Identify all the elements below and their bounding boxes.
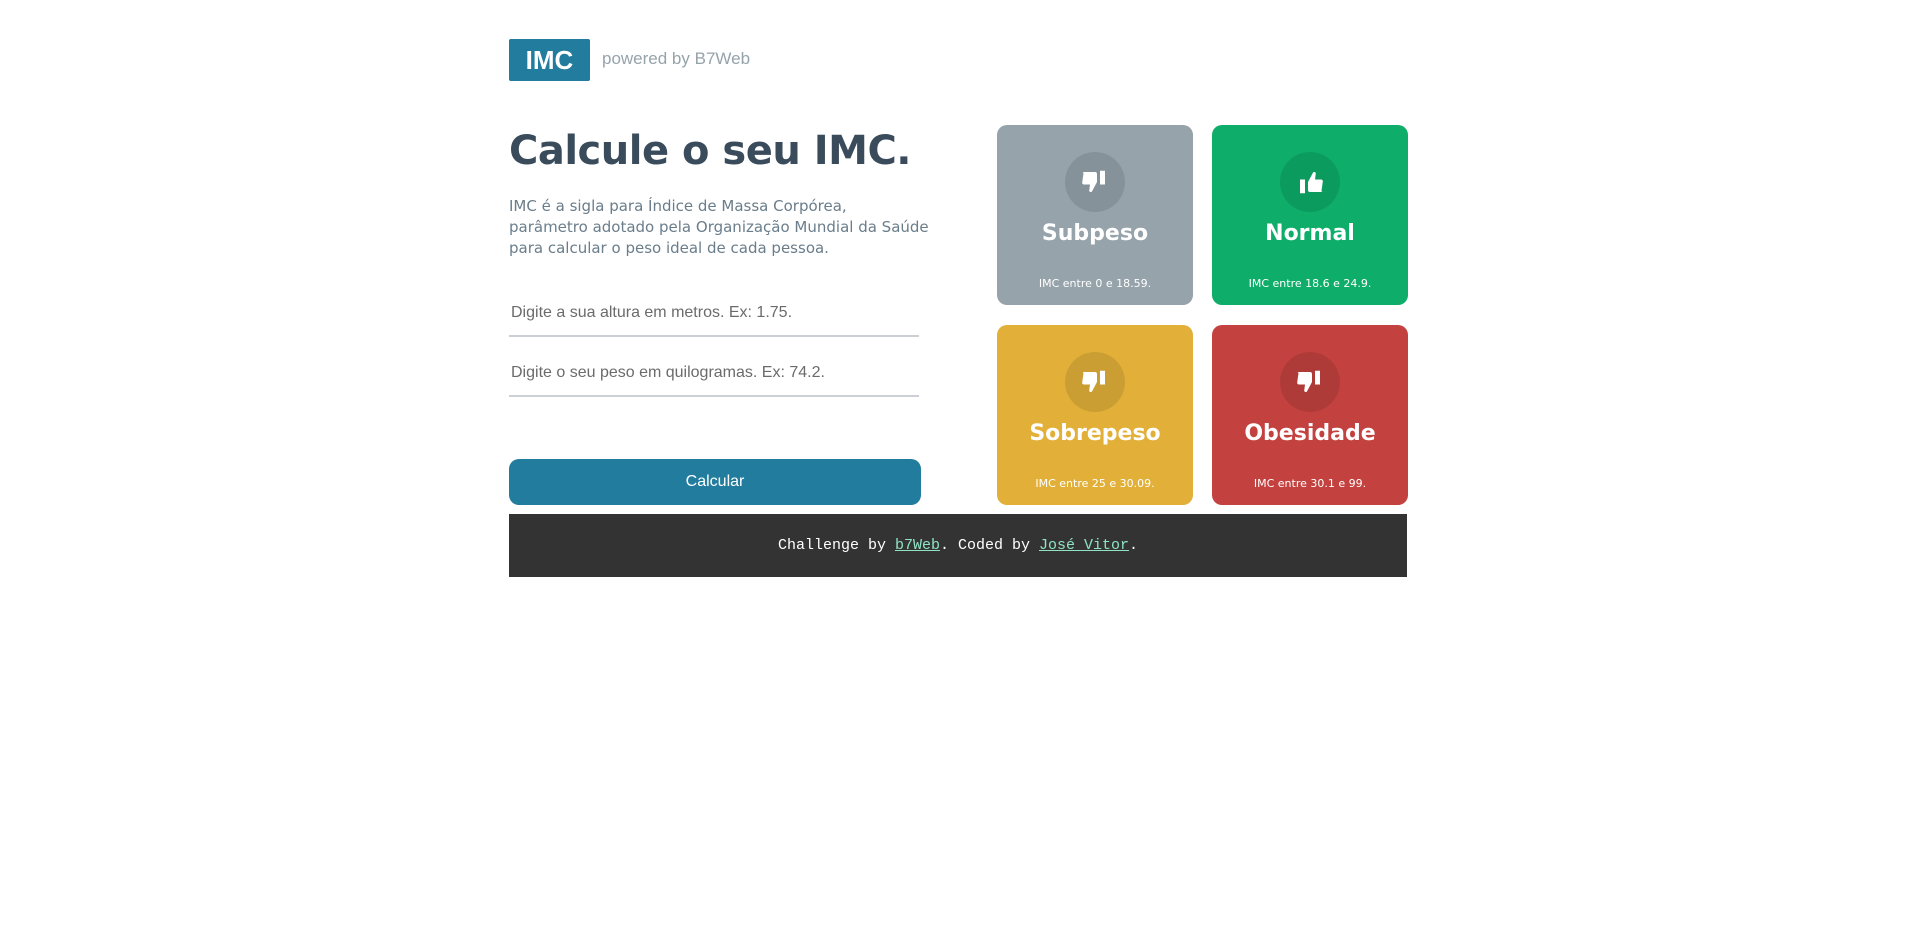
card-title: Sobrepeso	[1029, 421, 1161, 446]
card-range: IMC entre 0 e 18.59.	[1038, 277, 1152, 290]
height-input[interactable]	[509, 291, 919, 337]
page-title: Calcule o seu IMC.	[509, 128, 912, 174]
card-subpeso: Subpeso IMC entre 0 e 18.59.	[997, 125, 1193, 305]
author-link[interactable]: José Vitor	[1039, 537, 1129, 554]
card-range: IMC entre 30.1 e 99.	[1253, 477, 1367, 490]
card-range: IMC entre 25 e 30.09.	[1035, 477, 1155, 490]
description: IMC é a sigla para Índice de Massa Corpó…	[509, 197, 929, 257]
calculate-button[interactable]: Calcular	[509, 459, 921, 505]
thumbs-down-icon	[1065, 352, 1125, 412]
card-title: Subpeso	[1041, 221, 1149, 246]
card-sobrepeso: Sobrepeso IMC entre 25 e 30.09.	[997, 325, 1193, 505]
weight-input[interactable]	[509, 351, 919, 397]
logo: IMC	[509, 39, 590, 81]
footer-suffix: .	[1129, 537, 1139, 554]
powered-by-text: powered by B7Web	[602, 49, 751, 68]
footer-prefix: Challenge by	[777, 537, 895, 554]
footer-middle: . Coded by	[939, 537, 1040, 554]
thumbs-up-icon	[1280, 152, 1340, 212]
card-range: IMC entre 18.6 e 24.9.	[1248, 277, 1372, 290]
footer: Challenge by b7Web. Coded by José Vitor.	[509, 514, 1407, 577]
card-title: Normal	[1265, 221, 1355, 246]
card-normal: Normal IMC entre 18.6 e 24.9.	[1212, 125, 1408, 305]
b7web-link[interactable]: b7Web	[895, 537, 940, 554]
card-title: Obesidade	[1244, 421, 1376, 446]
card-obesidade: Obesidade IMC entre 30.1 e 99.	[1212, 325, 1408, 505]
thumbs-down-icon	[1280, 352, 1340, 412]
thumbs-down-icon	[1065, 152, 1125, 212]
